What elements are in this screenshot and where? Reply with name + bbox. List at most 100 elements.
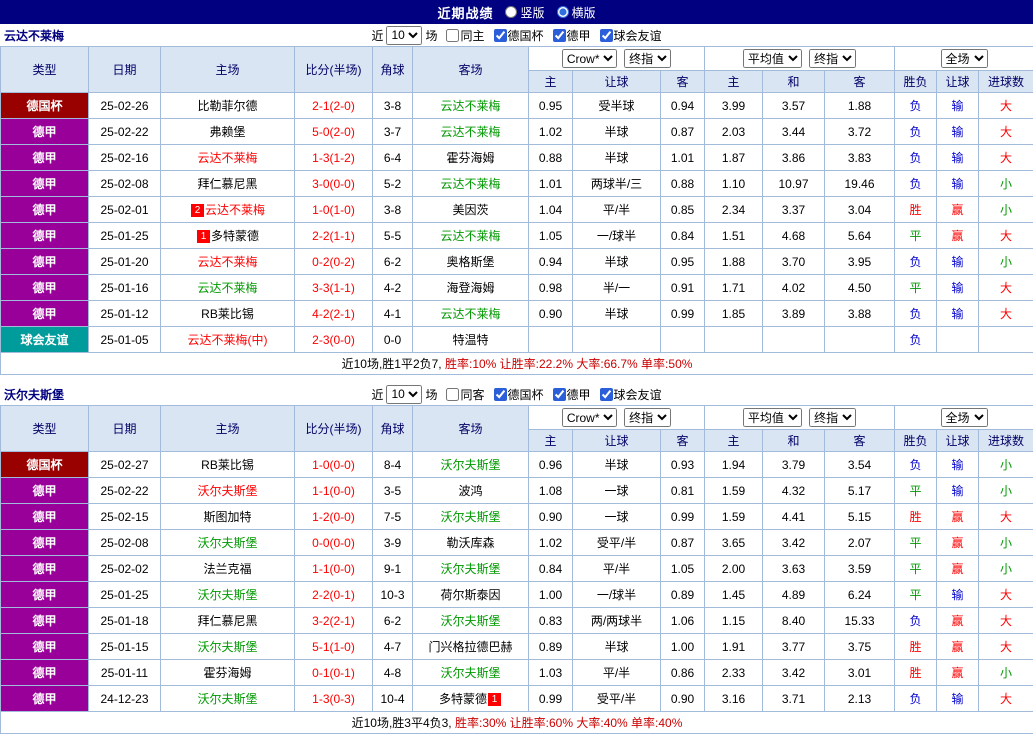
- away-team-name[interactable]: 云达不莱梅: [440, 99, 500, 113]
- cup-checkbox[interactable]: [494, 388, 507, 401]
- home-team-name[interactable]: 云达不莱梅: [197, 151, 257, 165]
- recent-count-select[interactable]: 10: [386, 385, 422, 404]
- away-team-name[interactable]: 门兴格拉德巴赫: [428, 640, 512, 654]
- away-team-name[interactable]: 多特蒙德: [439, 692, 487, 706]
- home-team-name[interactable]: 沃尔夫斯堡: [197, 536, 257, 550]
- home-team-name[interactable]: 霍芬海姆: [203, 666, 251, 680]
- league-filter-cup[interactable]: 德国杯: [488, 386, 544, 403]
- same-venue-checkbox[interactable]: [446, 29, 459, 42]
- recent-count-select[interactable]: 10: [386, 26, 422, 45]
- league-filter-bundesliga[interactable]: 德甲: [547, 27, 591, 44]
- home-team-name[interactable]: 云达不莱梅(中): [188, 333, 268, 347]
- home-team-name[interactable]: 比勒菲尔德: [197, 99, 257, 113]
- scope-select[interactable]: 全场: [941, 408, 988, 427]
- score-link[interactable]: 1-1(0-0): [312, 484, 355, 498]
- score-link[interactable]: 2-3(0-0): [312, 333, 355, 347]
- away-team-name[interactable]: 沃尔夫斯堡: [440, 458, 500, 472]
- avg-stage-select[interactable]: 终指: [809, 408, 856, 427]
- home-team-name[interactable]: 沃尔夫斯堡: [197, 588, 257, 602]
- away-team-name[interactable]: 荷尔斯泰因: [440, 588, 500, 602]
- result-goals-cell: 小: [979, 171, 1033, 197]
- home-team-name[interactable]: 拜仁慕尼黑: [197, 177, 257, 191]
- horizontal-radio[interactable]: [557, 6, 569, 18]
- score-cell: 1-1(0-0): [295, 478, 373, 504]
- away-team-name[interactable]: 波鸿: [458, 484, 482, 498]
- away-team-name[interactable]: 沃尔夫斯堡: [440, 510, 500, 524]
- league-filter-friendly[interactable]: 球会友谊: [594, 386, 662, 403]
- bundesliga-label: 德甲: [567, 27, 591, 44]
- away-team-name[interactable]: 沃尔夫斯堡: [440, 562, 500, 576]
- league-filter-bundesliga[interactable]: 德甲: [547, 386, 591, 403]
- layout-option-vertical[interactable]: 竖版: [505, 4, 544, 21]
- away-team-name[interactable]: 霍芬海姆: [446, 151, 494, 165]
- away-team-name[interactable]: 云达不莱梅: [440, 125, 500, 139]
- score-link[interactable]: 0-0(0-0): [312, 536, 355, 550]
- competition-type-cell: 德甲: [1, 634, 89, 660]
- home-team-name[interactable]: RB莱比锡: [201, 307, 254, 321]
- away-team-name[interactable]: 沃尔夫斯堡: [440, 666, 500, 680]
- home-team-name[interactable]: 弗赖堡: [209, 125, 245, 139]
- home-team-name[interactable]: 沃尔夫斯堡: [197, 484, 257, 498]
- same-venue-filter[interactable]: 同主: [440, 27, 484, 44]
- away-team-name[interactable]: 奥格斯堡: [446, 255, 494, 269]
- avg-odds-select[interactable]: 平均值: [743, 49, 802, 68]
- score-link[interactable]: 1-3(0-3): [312, 692, 355, 706]
- home-team-cell: 云达不莱梅: [161, 249, 295, 275]
- score-link[interactable]: 2-2(1-1): [312, 229, 355, 243]
- score-link[interactable]: 1-1(0-0): [312, 562, 355, 576]
- away-team-name[interactable]: 云达不莱梅: [440, 177, 500, 191]
- bundesliga-checkbox[interactable]: [553, 388, 566, 401]
- score-link[interactable]: 1-0(0-0): [312, 458, 355, 472]
- odds-stage-select[interactable]: 终指: [624, 408, 671, 427]
- score-link[interactable]: 0-1(0-1): [312, 666, 355, 680]
- away-team-name[interactable]: 沃尔夫斯堡: [440, 614, 500, 628]
- same-venue-filter[interactable]: 同客: [440, 386, 484, 403]
- avg-stage-select[interactable]: 终指: [809, 49, 856, 68]
- home-team-name[interactable]: 云达不莱梅: [197, 255, 257, 269]
- score-link[interactable]: 3-2(2-1): [312, 614, 355, 628]
- cup-checkbox[interactable]: [494, 29, 507, 42]
- vertical-radio[interactable]: [505, 6, 517, 18]
- odds-company-select[interactable]: Crow*: [562, 408, 617, 427]
- friendly-checkbox[interactable]: [600, 388, 613, 401]
- avg-odds-select[interactable]: 平均值: [743, 408, 802, 427]
- score-link[interactable]: 5-0(2-0): [312, 125, 355, 139]
- score-link[interactable]: 4-2(2-1): [312, 307, 355, 321]
- home-team-name[interactable]: 拜仁慕尼黑: [197, 614, 257, 628]
- away-team-name[interactable]: 海登海姆: [446, 281, 494, 295]
- layout-option-horizontal[interactable]: 横版: [557, 4, 596, 21]
- home-team-name[interactable]: 沃尔夫斯堡: [197, 640, 257, 654]
- score-link[interactable]: 1-2(0-0): [312, 510, 355, 524]
- result-goals-cell: 小: [979, 452, 1033, 478]
- score-link[interactable]: 1-0(1-0): [312, 203, 355, 217]
- home-team-name[interactable]: 多特蒙德: [211, 229, 259, 243]
- score-link[interactable]: 3-0(0-0): [312, 177, 355, 191]
- bundesliga-checkbox[interactable]: [553, 29, 566, 42]
- home-team-name[interactable]: 法兰克福: [203, 562, 251, 576]
- avg-draw-odds-cell: 8.40: [763, 608, 825, 634]
- odds-stage-select[interactable]: 终指: [624, 49, 671, 68]
- scope-select[interactable]: 全场: [941, 49, 988, 68]
- score-link[interactable]: 0-2(0-2): [312, 255, 355, 269]
- away-team-name[interactable]: 云达不莱梅: [440, 229, 500, 243]
- score-link[interactable]: 2-2(0-1): [312, 588, 355, 602]
- home-team-name[interactable]: 斯图加特: [203, 510, 251, 524]
- league-filter-friendly[interactable]: 球会友谊: [594, 27, 662, 44]
- away-team-name[interactable]: 云达不莱梅: [440, 307, 500, 321]
- away-team-name[interactable]: 勒沃库森: [446, 536, 494, 550]
- home-team-name[interactable]: RB莱比锡: [201, 458, 254, 472]
- league-filter-cup[interactable]: 德国杯: [488, 27, 544, 44]
- avg-away-odds-cell: 3.95: [825, 249, 895, 275]
- home-team-name[interactable]: 云达不莱梅: [205, 203, 265, 217]
- away-team-name[interactable]: 特温特: [452, 333, 488, 347]
- score-link[interactable]: 2-1(2-0): [312, 99, 355, 113]
- odds-company-select[interactable]: Crow*: [562, 49, 617, 68]
- score-link[interactable]: 5-1(1-0): [312, 640, 355, 654]
- score-link[interactable]: 3-3(1-1): [312, 281, 355, 295]
- home-team-name[interactable]: 沃尔夫斯堡: [197, 692, 257, 706]
- score-link[interactable]: 1-3(1-2): [312, 151, 355, 165]
- same-venue-checkbox[interactable]: [446, 388, 459, 401]
- away-team-name[interactable]: 美因茨: [452, 203, 488, 217]
- home-team-name[interactable]: 云达不莱梅: [197, 281, 257, 295]
- friendly-checkbox[interactable]: [600, 29, 613, 42]
